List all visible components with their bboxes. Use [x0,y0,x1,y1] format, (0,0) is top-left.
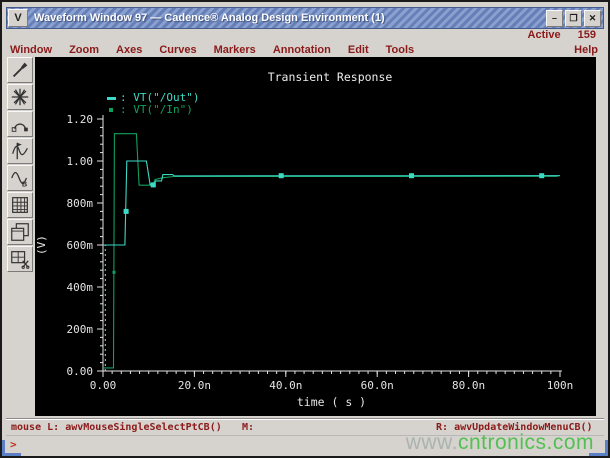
menu-window[interactable]: Window [10,44,52,56]
waveform-b-icon: B [11,171,27,188]
svg-text:800m: 800m [67,197,94,210]
svg-text:200m: 200m [67,323,94,336]
svg-text:0.00: 0.00 [67,365,94,378]
svg-text:0.00: 0.00 [90,379,117,392]
svg-text:1.20: 1.20 [67,113,94,126]
active-count: 159 [577,29,596,41]
watermark: www.cntronics.com [406,431,594,455]
svg-text:20.0n: 20.0n [178,379,211,392]
arc-tool-icon [11,123,28,132]
toolbar-button-waveform-b[interactable]: B [7,165,33,191]
menu-axes[interactable]: Axes [116,44,142,56]
starburst-icon [11,88,29,106]
svg-text:80.0n: 80.0n [452,379,485,392]
svg-text:600m: 600m [67,239,94,252]
menubar: Window Zoom Axes Curves Markers Annotation Edi… [10,42,600,57]
toolbar-button-waveform-marker[interactable] [7,138,33,164]
window-controls: – ❐ ✕ [546,9,601,27]
close-button[interactable]: ✕ [584,9,601,27]
mouse-left-binding: mouse L: awvMouseSingleSelectPtCB() [11,422,222,433]
watermark-prefix: www. [405,431,458,454]
window-cut-icon [11,251,30,269]
toolbar-button-window-cut[interactable] [7,246,33,272]
menu-markers[interactable]: Markers [214,44,256,56]
svg-text:(V): (V) [35,235,48,255]
toolbar: B [6,57,35,416]
toolbar-button-arc-tool[interactable] [7,111,33,137]
svg-text:100n: 100n [547,379,574,392]
brush-icon [12,62,28,78]
resize-corner-bottom-right[interactable] [589,440,608,456]
active-label: Active [527,29,561,41]
svg-text:B: B [22,179,27,188]
resize-corner-bottom-left[interactable] [2,440,21,456]
menu-annotation[interactable]: Annotation [273,44,331,56]
calculator-icon [12,197,28,213]
menu-curves[interactable]: Curves [159,44,196,56]
toolbar-button-calculator[interactable] [7,192,33,218]
titlebar[interactable]: V Waveform Window 97 — Cadence® Analog D… [6,7,604,29]
menu-help[interactable]: Help [574,44,598,56]
toolbar-button-copy-window[interactable] [7,219,33,245]
menu-tools[interactable]: Tools [386,44,415,56]
minimize-button[interactable]: – [546,9,563,27]
svg-text:1.00: 1.00 [67,155,94,168]
window-menu-icon: V [14,12,22,24]
plot-area[interactable]: 0.00 20.0n 40.0n 60.0n 80.0n 100n 0.00 200m 400m… [35,57,596,416]
svg-text:40.0n: 40.0n [269,379,302,392]
toolbar-button-brush[interactable] [7,57,33,83]
waveform-window: V Waveform Window 97 — Cadence® Analog D… [0,0,610,458]
menu-edit[interactable]: Edit [348,44,369,56]
svg-text:: VT("/In"): : VT("/In") [120,103,193,116]
copy-window-icon [11,223,29,241]
window-menu-button[interactable]: V [8,9,28,27]
watermark-domain: cntronics.com [457,431,594,454]
menu-zoom[interactable]: Zoom [69,44,99,56]
window-title: Waveform Window 97 — Cadence® Analog Des… [34,12,385,24]
maximize-button[interactable]: ❐ [565,9,582,27]
menu-items: Window Zoom Axes Curves Markers Annotation Edi… [10,44,431,56]
mouse-middle-binding: M: [242,422,255,433]
active-status: Active 159 [514,29,596,42]
svg-text:time ( s ): time ( s ) [297,395,366,409]
toolbar-button-starburst[interactable] [7,84,33,110]
svg-text:60.0n: 60.0n [361,379,394,392]
svg-text:Transient Response: Transient Response [268,70,393,84]
svg-text:400m: 400m [67,281,94,294]
main-area: B 0.00 20.0n 40.0n 60.0n 80.0n 100n 0.00 200m 40… [6,57,596,416]
waveform-marker-icon [12,142,28,160]
